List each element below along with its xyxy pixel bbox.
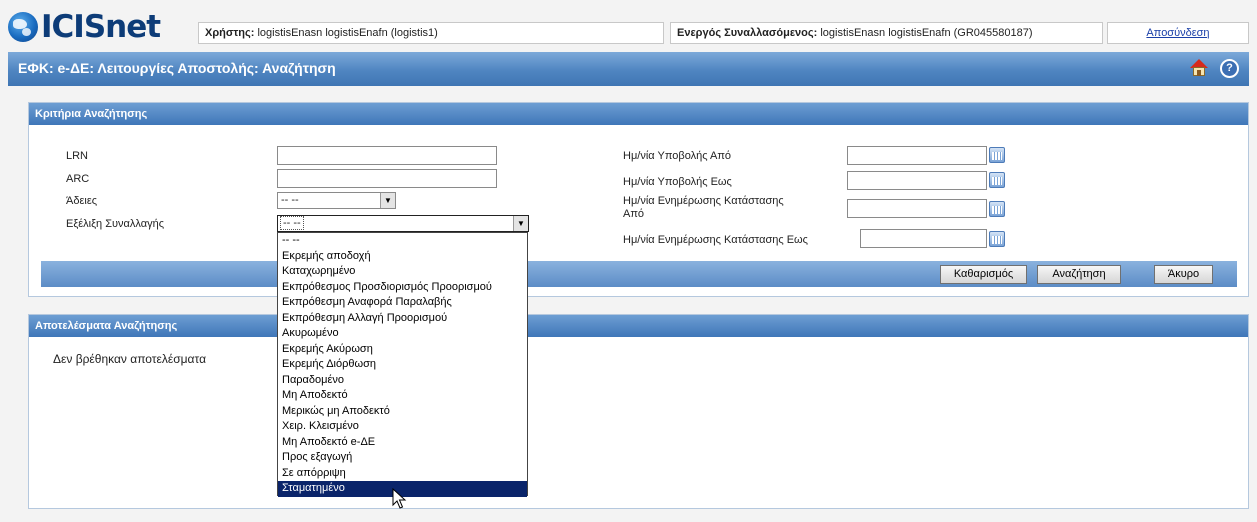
- chevron-down-icon[interactable]: ▼: [513, 216, 528, 231]
- clear-button[interactable]: Καθαρισμός: [940, 265, 1027, 284]
- title-icons: ?: [1190, 59, 1239, 78]
- user-label: Χρήστης:: [205, 27, 255, 39]
- submit-from-input[interactable]: [847, 146, 987, 165]
- status-from-label-2: Από: [623, 208, 645, 220]
- lrn-input[interactable]: [277, 146, 497, 165]
- calendar-icon[interactable]: [989, 147, 1005, 163]
- dropdown-option[interactable]: Εκρεμής Ακύρωση: [278, 342, 527, 358]
- dropdown-option[interactable]: Ακυρωμένο: [278, 326, 527, 342]
- dropdown-option[interactable]: Εκπρόθεσμη Αναφορά Παραλαβής: [278, 295, 527, 311]
- dropdown-option[interactable]: Μερικώς μη Αποδεκτό: [278, 404, 527, 420]
- active-trader-info: Ενεργός Συναλλασόμενος: logistisEnasn lo…: [670, 22, 1103, 44]
- status-from-input[interactable]: [847, 199, 987, 218]
- help-icon[interactable]: ?: [1220, 59, 1239, 78]
- home-icon[interactable]: [1190, 59, 1208, 77]
- user-value: logistisEnasn logistisEnafn (logistis1): [257, 27, 438, 39]
- results-heading: Αποτελέσματα Αναζήτησης: [29, 315, 1248, 337]
- icisnet-logo: ICISnet: [8, 9, 161, 45]
- dropdown-option[interactable]: Χειρ. Κλεισμένο: [278, 419, 527, 435]
- dropdown-option[interactable]: Μη Αποδεκτό e-ΔΕ: [278, 435, 527, 451]
- progress-label: Εξέλιξη Συναλλαγής: [66, 218, 164, 230]
- status-to-input[interactable]: [860, 229, 987, 248]
- trader-value: logistisEnasn logistisEnafn (GR045580187…: [820, 27, 1033, 39]
- dropdown-option[interactable]: Εκρεμής αποδοχή: [278, 249, 527, 265]
- dropdown-option[interactable]: Εκρεμής Διόρθωση: [278, 357, 527, 373]
- app-window: ICISnet Χρήστης: logistisEnasn logistisE…: [0, 0, 1257, 522]
- globe-icon: [8, 12, 38, 42]
- user-info: Χρήστης: logistisEnasn logistisEnafn (lo…: [198, 22, 664, 44]
- dropdown-option[interactable]: Εκπρόθεσμη Αλλαγή Προορισμού: [278, 311, 527, 327]
- dropdown-option[interactable]: Προς εξαγωγή: [278, 450, 527, 466]
- submit-to-input[interactable]: [847, 171, 987, 190]
- progress-select-value: -- --: [280, 216, 304, 230]
- calendar-icon[interactable]: [989, 201, 1005, 217]
- logo-text: ICISnet: [41, 9, 161, 45]
- permits-select-value: -- --: [281, 194, 299, 206]
- status-from-label: Ημ/νία Ενημέρωσης Κατάστασης: [623, 195, 784, 207]
- page-title-bar: ΕΦΚ: e-ΔΕ: Λειτουργίες Αποστολής: Αναζήτ…: [8, 52, 1249, 86]
- arc-input[interactable]: [277, 169, 497, 188]
- criteria-heading: Κριτήρια Αναζήτησης: [29, 103, 1248, 125]
- progress-select[interactable]: -- -- ▼: [277, 215, 529, 232]
- dropdown-option[interactable]: Εκπρόθεσμος Προσδιορισμός Προορισμού: [278, 280, 527, 296]
- status-to-label: Ημ/νία Ενημέρωσης Κατάστασης Εως: [623, 234, 808, 246]
- top-bar: ICISnet Χρήστης: logistisEnasn logistisE…: [0, 0, 1257, 46]
- search-criteria-panel: Κριτήρια Αναζήτησης LRN ARC Άδειες -- --…: [28, 102, 1249, 297]
- search-button[interactable]: Αναζήτηση: [1037, 265, 1121, 284]
- dropdown-option[interactable]: Σε απόρριψη: [278, 466, 527, 482]
- dropdown-option[interactable]: Μη Αποδεκτό: [278, 388, 527, 404]
- calendar-icon[interactable]: [989, 231, 1005, 247]
- page-title: ΕΦΚ: e-ΔΕ: Λειτουργίες Αποστολής: Αναζήτ…: [18, 60, 336, 76]
- action-button-bar: Καθαρισμός Αναζήτηση Άκυρο: [41, 261, 1237, 287]
- search-results-panel: Αποτελέσματα Αναζήτησης Δεν βρέθηκαν απο…: [28, 314, 1249, 509]
- progress-dropdown-list: -- -- Εκρεμής αποδοχή Καταχωρημένο Εκπρόθεσ…: [277, 232, 528, 497]
- cancel-button[interactable]: Άκυρο: [1154, 265, 1213, 284]
- arc-label: ARC: [66, 173, 90, 185]
- logout-box: Αποσύνδεση: [1107, 22, 1249, 44]
- logout-link[interactable]: Αποσύνδεση: [1146, 27, 1209, 39]
- trader-label: Ενεργός Συναλλασόμενος:: [677, 27, 818, 39]
- permits-label: Άδειες: [66, 195, 98, 207]
- no-results-text: Δεν βρέθηκαν αποτελέσματα: [53, 352, 207, 366]
- calendar-icon[interactable]: [989, 172, 1005, 188]
- dropdown-option[interactable]: Καταχωρημένο: [278, 264, 527, 280]
- dropdown-option[interactable]: Παραδομένο: [278, 373, 527, 389]
- dropdown-option[interactable]: -- --: [278, 233, 527, 249]
- chevron-down-icon[interactable]: ▼: [380, 193, 395, 208]
- submit-to-label: Ημ/νία Υποβολής Εως: [623, 176, 732, 188]
- dropdown-option[interactable]: Σταματημένο: [278, 481, 527, 497]
- permits-select[interactable]: -- -- ▼: [277, 192, 396, 209]
- lrn-label: LRN: [66, 150, 89, 162]
- submit-from-label: Ημ/νία Υποβολής Από: [623, 150, 732, 162]
